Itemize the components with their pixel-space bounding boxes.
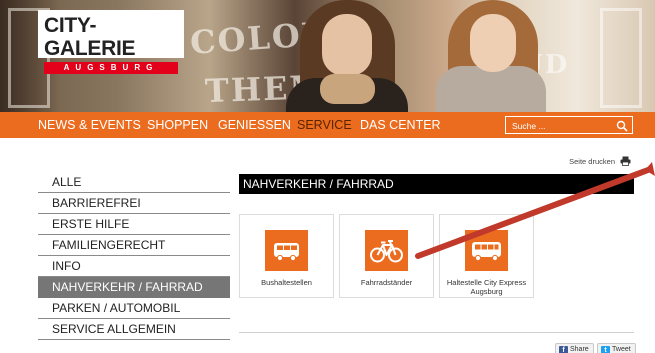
facebook-icon: f xyxy=(559,345,568,353)
section-heading: NAHVERKEHR / FAHRRAD xyxy=(239,174,634,194)
tile-haltestelle-city-express[interactable]: Haltestelle City Express Augsburg xyxy=(439,214,534,298)
sidebar-item-erste-hilfe[interactable]: ERSTE HILFE xyxy=(38,214,230,235)
tile-label: Fahrradständer xyxy=(360,278,413,287)
tile-label: Bushaltestellen xyxy=(261,278,312,287)
bus-icon xyxy=(465,230,508,271)
nav-item-geniessen[interactable]: GENIESSEN xyxy=(218,118,291,132)
facebook-share-button[interactable]: f Share xyxy=(555,343,594,353)
sidebar-item-barrierefrei[interactable]: BARRIEREFREI xyxy=(38,193,230,214)
twitter-tweet-button[interactable]: t Tweet xyxy=(597,343,636,353)
model-face xyxy=(470,14,516,72)
tile-bushaltestellen[interactable]: Bushaltestellen xyxy=(239,214,334,298)
bus-icon xyxy=(265,230,308,271)
printer-icon xyxy=(620,156,631,166)
content-divider xyxy=(239,332,634,333)
print-label: Seite drucken xyxy=(569,156,615,166)
twitter-icon: t xyxy=(601,345,610,353)
search-box xyxy=(505,116,633,134)
logo-subtitle: AUGSBURG xyxy=(44,62,178,74)
service-sidebar: ALLE BARRIEREFREI ERSTE HILFE FAMILIENGE… xyxy=(38,172,230,340)
tweet-label: Tweet xyxy=(612,346,631,353)
model-scarf xyxy=(320,74,375,104)
sidebar-item-parken-automobil[interactable]: PARKEN / AUTOMOBIL xyxy=(38,298,230,319)
sidebar-item-info[interactable]: INFO xyxy=(38,256,230,277)
nav-item-shoppen[interactable]: SHOPPEN xyxy=(147,118,208,132)
search-input[interactable] xyxy=(512,119,608,132)
tile-fahrradstaender[interactable]: Fahrradständer xyxy=(339,214,434,298)
model-scarf xyxy=(436,66,546,112)
tile-label: Haltestelle City Express Augsburg xyxy=(446,278,527,296)
sidebar-item-nahverkehr-fahrrad[interactable]: NAHVERKEHR / FAHRRAD xyxy=(38,277,230,298)
logo-title: CITY-GALERIE xyxy=(44,14,136,60)
sidebar-item-alle[interactable]: ALLE xyxy=(38,172,230,193)
bicycle-icon xyxy=(365,230,408,271)
share-label: Share xyxy=(570,346,589,353)
model-face xyxy=(322,14,372,76)
sidebar-item-familiengerecht[interactable]: FAMILIENGERECHT xyxy=(38,235,230,256)
nav-item-das-center[interactable]: DAS CENTER xyxy=(360,118,441,132)
page: COLOUR THEM UD CITY-GALERIE AUGSBURG NEW… xyxy=(0,0,655,353)
nav-item-news-events[interactable]: NEWS & EVENTS xyxy=(38,118,141,132)
nav-item-service[interactable]: SERVICE xyxy=(297,118,352,132)
print-page-link[interactable]: Seite drucken xyxy=(569,156,631,166)
hero-window-frame xyxy=(600,8,642,108)
hero-banner: COLOUR THEM UD CITY-GALERIE AUGSBURG xyxy=(0,0,655,112)
main-nav: NEWS & EVENTS SHOPPEN GENIESSEN SERVICE … xyxy=(0,112,655,138)
sidebar-item-service-allgemein[interactable]: SERVICE ALLGEMEIN xyxy=(38,319,230,340)
site-logo[interactable]: CITY-GALERIE AUGSBURG xyxy=(38,10,184,74)
search-icon[interactable] xyxy=(616,119,628,132)
